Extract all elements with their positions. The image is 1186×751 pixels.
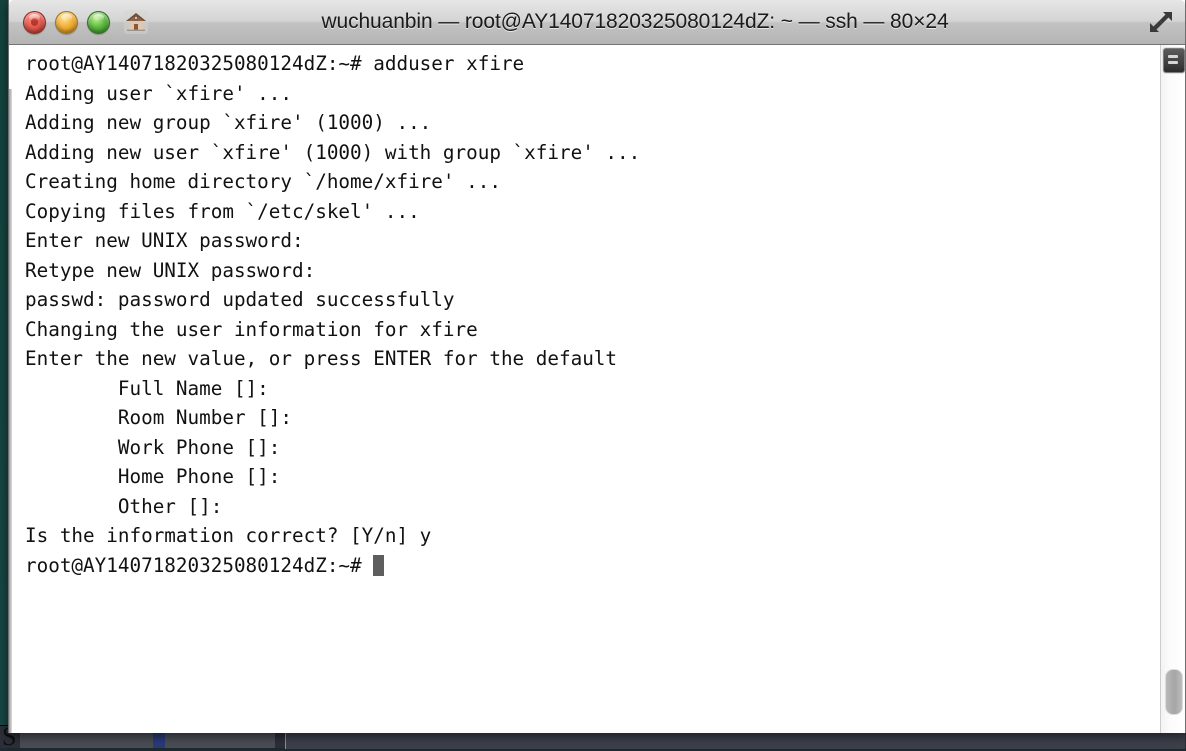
terminal-output-lines: root@AY14071820325080124dZ:~# adduser xf… xyxy=(25,52,640,547)
vertical-scrollbar[interactable] xyxy=(1160,45,1185,733)
scroll-up-bar-top xyxy=(1168,55,1178,58)
minimize-button[interactable] xyxy=(55,11,78,34)
terminal-last-prompt: root@AY14071820325080124dZ:~# xyxy=(25,554,373,577)
scrollbar-thumb[interactable] xyxy=(1165,669,1183,715)
window-left-edge xyxy=(9,89,12,733)
window-title: wuchuanbin — root@AY14071820325080124dZ:… xyxy=(141,10,1129,34)
terminal-output: root@AY14071820325080124dZ:~# adduser xf… xyxy=(25,49,1137,580)
scroll-up-button[interactable] xyxy=(1163,48,1185,73)
terminal-content-area[interactable]: root@AY14071820325080124dZ:~# adduser xf… xyxy=(9,45,1185,733)
terminal-window: wuchuanbin — root@AY14071820325080124dZ:… xyxy=(8,0,1186,733)
scroll-up-bar-bottom xyxy=(1168,61,1178,64)
fullscreen-icon[interactable] xyxy=(1145,6,1177,38)
window-titlebar[interactable]: wuchuanbin — root@AY14071820325080124dZ:… xyxy=(9,0,1185,45)
close-button[interactable] xyxy=(23,11,46,34)
zoom-button[interactable] xyxy=(87,11,110,34)
window-controls xyxy=(23,11,110,34)
house-icon xyxy=(123,9,149,35)
block-cursor xyxy=(373,555,384,576)
